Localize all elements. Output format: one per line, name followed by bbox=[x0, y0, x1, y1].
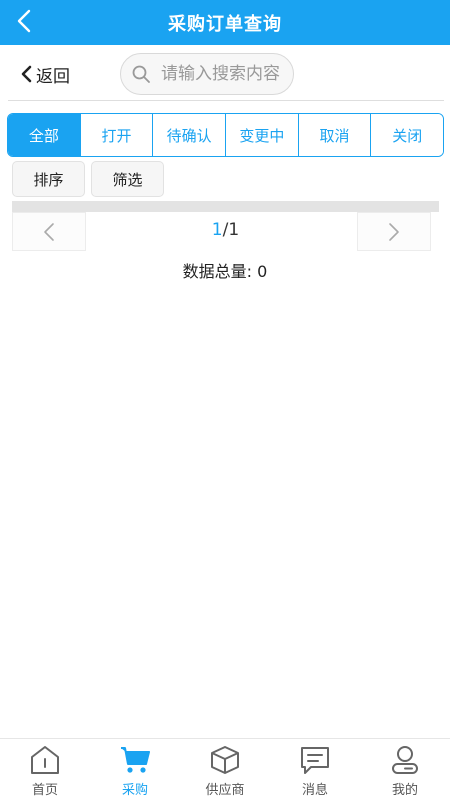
tab-open[interactable]: 打开 bbox=[80, 114, 154, 156]
search-box[interactable] bbox=[120, 53, 294, 95]
top-header: 采购订单查询 bbox=[0, 0, 450, 45]
bottom-nav: 首页 采购 供应商 消息 我的 bbox=[0, 738, 450, 800]
nav-item-purchase[interactable]: 采购 bbox=[90, 739, 180, 800]
back-label: 返回 bbox=[36, 66, 70, 87]
chevron-right-icon bbox=[389, 222, 399, 241]
chevron-left-icon bbox=[21, 65, 32, 83]
app-root: 采购订单查询 返回 全部 打开 待确认 变更中 取消 关闭 排序 筛选 1/1 bbox=[0, 0, 450, 800]
tab-cancelled[interactable]: 取消 bbox=[298, 114, 372, 156]
header-back-icon[interactable] bbox=[14, 6, 34, 36]
back-button[interactable]: 返回 bbox=[20, 61, 70, 87]
current-page: 1 bbox=[211, 220, 223, 240]
nav-label-mine: 我的 bbox=[391, 783, 418, 798]
message-icon bbox=[298, 744, 332, 776]
nav-item-mine[interactable]: 我的 bbox=[360, 739, 450, 800]
nav-label-purchase: 采购 bbox=[121, 783, 148, 798]
user-icon bbox=[388, 744, 422, 776]
sort-button[interactable]: 排序 bbox=[12, 161, 85, 197]
list-header-bar bbox=[12, 201, 439, 212]
tab-pending-confirm[interactable]: 待确认 bbox=[153, 114, 227, 156]
box-icon bbox=[208, 744, 242, 776]
cart-icon bbox=[118, 744, 152, 776]
data-total: 数据总量: 0 bbox=[182, 262, 268, 281]
divider bbox=[8, 100, 444, 101]
status-tabs: 全部 打开 待确认 变更中 取消 关闭 bbox=[7, 113, 444, 157]
next-page-button[interactable] bbox=[357, 212, 431, 251]
nav-item-supplier[interactable]: 供应商 bbox=[180, 739, 270, 800]
nav-label-supplier: 供应商 bbox=[205, 783, 245, 798]
search-icon bbox=[132, 65, 150, 83]
tab-closed[interactable]: 关闭 bbox=[371, 114, 443, 156]
total-pages: 1 bbox=[228, 220, 240, 240]
search-input[interactable] bbox=[161, 64, 289, 84]
search-row: 返回 bbox=[0, 45, 450, 101]
nav-item-home[interactable]: 首页 bbox=[0, 739, 90, 800]
pagination: 1/1 bbox=[12, 212, 439, 251]
nav-item-message[interactable]: 消息 bbox=[270, 739, 360, 800]
tab-all[interactable]: 全部 bbox=[8, 114, 81, 156]
tab-changing[interactable]: 变更中 bbox=[226, 114, 299, 156]
nav-label-message: 消息 bbox=[301, 783, 328, 798]
filter-button[interactable]: 筛选 bbox=[91, 161, 164, 197]
page-title: 采购订单查询 bbox=[168, 13, 282, 35]
home-icon bbox=[28, 744, 62, 776]
nav-label-home: 首页 bbox=[31, 783, 58, 798]
